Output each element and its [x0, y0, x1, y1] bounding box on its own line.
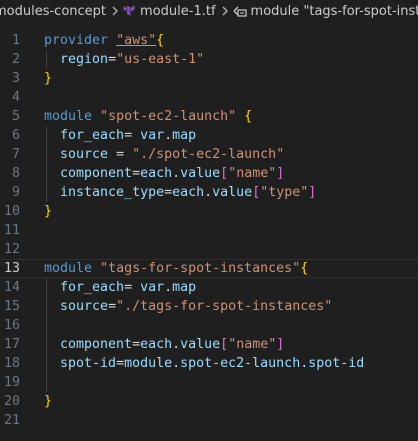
code-line-active: 13 module "tags-for-spot-instances"{	[0, 259, 418, 278]
code-line: 6 for_each= var.map	[0, 126, 418, 145]
line-number: 3	[11, 71, 20, 86]
line-number: 16	[3, 318, 20, 333]
code-line: 14 for_each= var.map	[0, 278, 418, 297]
code-line: 3 }	[0, 69, 418, 88]
line-number: 14	[3, 280, 20, 295]
code-line: 19	[0, 373, 418, 392]
symbol-module-icon	[233, 5, 247, 17]
code-line: 11	[0, 221, 418, 240]
line-number: 4	[11, 90, 20, 105]
breadcrumb-file[interactable]: module-1.tf	[123, 4, 216, 19]
line-number: 18	[3, 356, 20, 371]
string-literal: "aws"	[116, 33, 157, 48]
line-number: 17	[3, 337, 20, 352]
code-line: 17 component=each.value["name"]	[0, 335, 418, 354]
breadcrumb: modules-concept module-1.tf module "tags…	[0, 0, 418, 22]
code-editor[interactable]: 1 provider "aws"{ 2 region="us-east-1" 3…	[0, 31, 418, 430]
code-line: 16	[0, 316, 418, 335]
line-number: 13	[3, 261, 20, 276]
line-number: 7	[11, 147, 20, 162]
breadcrumb-symbol[interactable]: module "tags-for-spot-instances"	[233, 4, 418, 19]
line-number: 11	[3, 223, 20, 238]
code-line: 4	[0, 88, 418, 107]
line-number: 19	[3, 375, 20, 390]
line-number: 20	[3, 394, 20, 409]
code-line: 20 }	[0, 392, 418, 411]
code-line: 10 }	[0, 202, 418, 221]
code-line: 12	[0, 240, 418, 259]
code-line: 15 source="./tags-for-spot-instances"	[0, 297, 418, 316]
breadcrumb-file-label: module-1.tf	[140, 3, 216, 19]
code-line: 1 provider "aws"{	[0, 31, 418, 50]
line-number: 5	[11, 109, 20, 124]
code-line: 9 instance_type=each.value["type"]	[0, 183, 418, 202]
code-line: 8 component=each.value["name"]	[0, 164, 418, 183]
line-number: 8	[11, 166, 20, 181]
chevron-right-icon	[111, 6, 119, 16]
line-number: 15	[3, 299, 20, 314]
line-number: 6	[11, 128, 20, 143]
code-line: 18 spot-id=module.spot-ec2-launch.spot-i…	[0, 354, 418, 373]
line-number: 10	[3, 204, 20, 219]
terraform-icon	[123, 5, 135, 18]
code-line: 21	[0, 411, 418, 430]
breadcrumb-folder[interactable]: modules-concept	[0, 4, 106, 19]
code-line: 7 source = "./spot-ec2-launch"	[0, 145, 418, 164]
breadcrumb-symbol-label: module "tags-for-spot-instances"	[250, 3, 418, 19]
line-number: 2	[11, 52, 20, 67]
line-number: 9	[11, 185, 20, 200]
line-number: 12	[3, 242, 20, 257]
code-line: 2 region="us-east-1"	[0, 50, 418, 69]
code-line: 5 module "spot-ec2-launch" {	[0, 107, 418, 126]
chevron-right-icon	[221, 6, 229, 16]
line-number: 21	[3, 413, 20, 428]
line-number: 1	[11, 33, 20, 48]
